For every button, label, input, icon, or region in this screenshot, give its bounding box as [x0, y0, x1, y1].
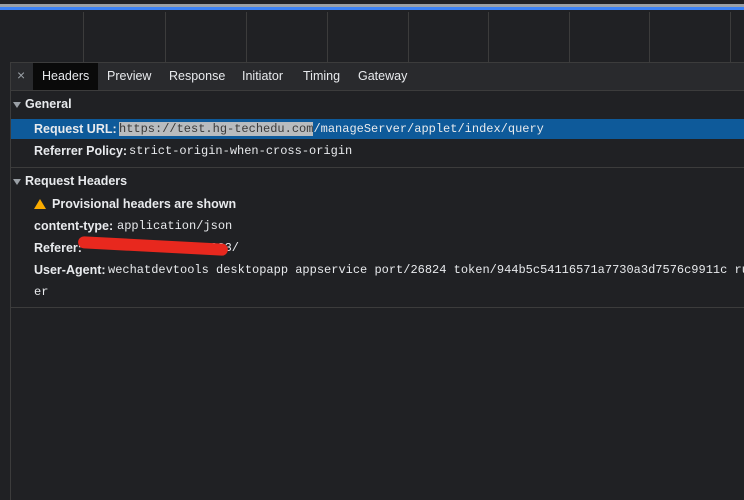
timeline-gridline — [83, 12, 84, 62]
request-headers-title: Request Headers — [25, 174, 128, 188]
request-list-pane[interactable] — [0, 62, 11, 500]
timeline-gridline — [488, 12, 489, 62]
expand-triangle-icon — [13, 178, 21, 185]
timeline-gridline — [730, 12, 731, 62]
user-agent-wrap-row: er — [11, 282, 744, 302]
provisional-warning-row: Provisional headers are shown — [11, 194, 744, 214]
referrer-policy-value: strict-origin-when-cross-origin — [129, 144, 353, 158]
section-divider — [11, 307, 744, 308]
tab-initiator[interactable]: Initiator — [242, 63, 283, 90]
close-icon[interactable]: × — [17, 67, 25, 83]
tab-timing[interactable]: Timing — [303, 63, 340, 90]
timeline-gridline — [569, 12, 570, 62]
timeline-gridline — [165, 12, 166, 62]
network-timeline-strip — [0, 0, 744, 62]
general-section-header[interactable]: General — [13, 97, 72, 111]
request-url-value[interactable]: https://test.hg-techedu.com/manageServer… — [119, 119, 544, 139]
referer-key: Referer: — [34, 241, 82, 255]
tab-gateway[interactable]: Gateway — [358, 63, 407, 90]
content-type-row: content-type: application/json — [11, 216, 744, 236]
request-headers-section-header[interactable]: Request Headers — [13, 174, 127, 188]
request-url-key: Request URL: — [34, 122, 117, 136]
user-agent-key: User-Agent: — [34, 263, 106, 277]
tab-headers[interactable]: Headers — [33, 63, 99, 90]
general-title: General — [25, 97, 72, 111]
details-tabbar: × Headers Preview Response Initiator Tim… — [11, 62, 744, 91]
referrer-policy-row: Referrer Policy: strict-origin-when-cros… — [11, 141, 744, 161]
timeline-gridline — [649, 12, 650, 62]
section-divider — [11, 167, 744, 168]
request-url-path: /manageServer/applet/index/query — [313, 122, 544, 136]
user-agent-row: User-Agent: wechatdevtools desktopapp ap… — [11, 260, 744, 280]
user-agent-wrap-value: er — [34, 285, 49, 299]
tab-preview[interactable]: Preview — [107, 63, 151, 90]
request-url-selected-text: https://test.hg-techedu.com — [119, 122, 314, 136]
timeline-gridline — [327, 12, 328, 62]
request-url-row[interactable]: Request URL: https://test.hg-techedu.com… — [11, 119, 744, 139]
provisional-notice-text: Provisional headers are shown — [52, 197, 237, 211]
user-agent-value: wechatdevtools desktopapp appservice por… — [108, 263, 744, 277]
provisional-warning: Provisional headers are shown — [34, 194, 236, 214]
timeline-bar-blue — [0, 7, 744, 10]
timeline-gridline — [408, 12, 409, 62]
warning-icon — [34, 199, 46, 209]
content-type-value: application/json — [117, 219, 233, 233]
tab-response[interactable]: Response — [169, 63, 225, 90]
timeline-gridline — [246, 12, 247, 62]
expand-triangle-icon — [13, 101, 21, 108]
content-type-key: content-type: — [34, 219, 114, 233]
referrer-policy-key: Referrer Policy: — [34, 144, 128, 158]
